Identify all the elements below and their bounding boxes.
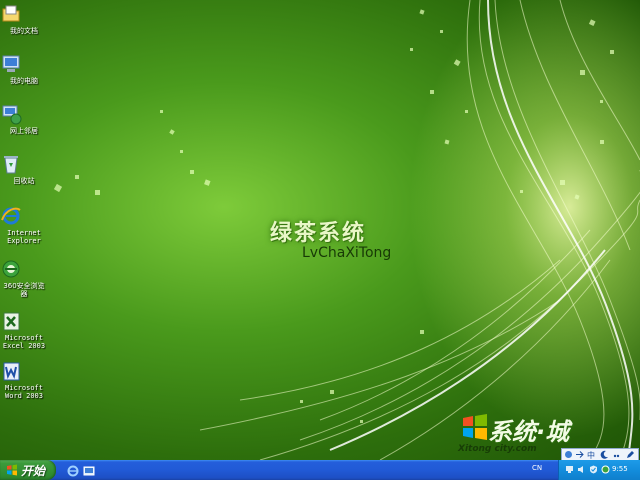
360-browser-icon	[2, 258, 35, 280]
desktop-icon-network-places[interactable]: 网上邻居	[0, 103, 48, 135]
desktop-wallpaper: 绿茶系统 LvChaXiTong 我的文档 我的电脑 网上邻居 回收站 Inte…	[0, 0, 640, 460]
show-desktop-icon	[83, 466, 95, 476]
ime-moon-icon[interactable]	[600, 450, 609, 459]
desktop-icon-internet-explorer[interactable]: Internet Explorer	[0, 205, 48, 245]
desktop-icon-label: 回收站	[13, 177, 35, 185]
desktop-icon-excel-2003[interactable]: Microsoft Excel 2003	[0, 310, 48, 350]
desktop-icon-word-2003[interactable]: Microsoft Word 2003	[0, 360, 48, 400]
360-safe-icon[interactable]	[601, 465, 610, 474]
my-computer-icon	[2, 53, 35, 75]
wallpaper-brand-chinese: 绿茶系统	[270, 221, 367, 246]
desktop-icon-label: 我的文档	[10, 27, 38, 35]
watermark-url: Xitong city.com	[458, 444, 537, 454]
desktop-icon-label: 我的电脑	[10, 77, 38, 85]
quicklaunch-show-desktop[interactable]	[82, 463, 96, 477]
excel-icon	[3, 310, 35, 332]
windows-logo-icon	[463, 414, 487, 440]
desktop-icon-my-computer[interactable]: 我的电脑	[0, 53, 48, 85]
network-places-icon	[2, 103, 35, 125]
desktop-icon-label: Microsoft Word 2003	[5, 384, 43, 400]
ime-punctuation-icon[interactable]	[612, 450, 621, 459]
word-icon	[3, 360, 35, 382]
desktop-icon-label: 网上邻居	[10, 127, 38, 135]
desktop-icon-my-documents[interactable]: 我的文档	[0, 3, 48, 35]
internet-explorer-icon	[1, 205, 35, 227]
desktop-icon-label: 360安全浏览 器	[3, 282, 45, 298]
watermark-text: 系统·城	[488, 418, 570, 446]
windows-flag-icon	[7, 464, 17, 476]
internet-explorer-icon	[67, 465, 79, 477]
desktop-icon-label: Microsoft Excel 2003	[2, 334, 46, 350]
wallpaper-brand-english: LvChaXiTong	[302, 245, 392, 261]
recycle-bin-icon	[4, 153, 35, 175]
my-documents-icon	[2, 3, 35, 25]
language-indicator[interactable]: CN	[532, 464, 542, 472]
start-button-label: 开始	[21, 464, 46, 478]
volume-icon[interactable]	[577, 465, 586, 474]
ime-logo-icon	[565, 451, 572, 458]
desktop-icon-recycle-bin[interactable]: 回收站	[0, 153, 48, 185]
desktop-icon-360-browser[interactable]: 360安全浏览 器	[0, 258, 48, 298]
taskbar: 开始 CN 9:55	[0, 460, 640, 480]
security-shield-icon[interactable]	[589, 465, 598, 474]
network-icon[interactable]	[565, 465, 574, 474]
quicklaunch-ie[interactable]	[66, 463, 80, 477]
desktop-icon-label: Internet Explorer	[7, 229, 41, 245]
ime-pen-icon[interactable]	[626, 450, 635, 459]
system-clock[interactable]: 9:55	[612, 465, 628, 473]
ime-mode-arrow-icon[interactable]	[575, 450, 584, 459]
start-button[interactable]: 开始	[0, 460, 56, 480]
